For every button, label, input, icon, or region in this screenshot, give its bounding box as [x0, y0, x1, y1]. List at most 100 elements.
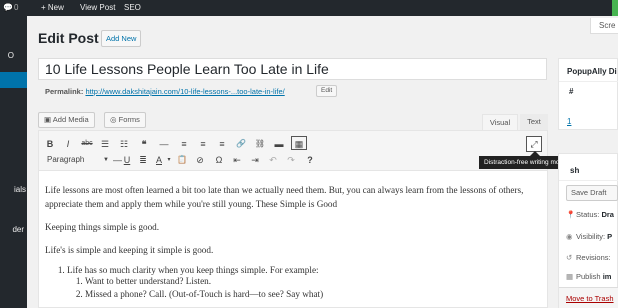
- status-row: 📍Status: Dra: [566, 210, 614, 219]
- permalink-row: Permalink: http://www.dakshitajain.com/1…: [45, 87, 285, 96]
- tab-text[interactable]: Text: [520, 114, 548, 130]
- move-to-trash-link[interactable]: Move to Trash: [566, 294, 614, 303]
- publish-box: sh Save Draft 📍Status: Dra ◉ Visibility: …: [558, 153, 618, 308]
- list-item-text: Life has so much clarity when you keep t…: [67, 265, 319, 275]
- media-icon: ▣: [44, 115, 52, 124]
- calendar-icon: ▦: [566, 272, 574, 281]
- content-sublist: Want to better understand? Listen. Misse…: [85, 275, 535, 301]
- numbered-list-icon[interactable]: ☷: [118, 137, 130, 151]
- blockquote-icon[interactable]: ❝: [138, 137, 150, 151]
- admin-menu: O ials der: [0, 16, 27, 308]
- popupally-col-hash: #: [569, 87, 574, 96]
- editor-content[interactable]: Life lessons are most often learned a bi…: [45, 183, 535, 301]
- admin-menu-item-label: der: [12, 225, 24, 234]
- list-item: Missed a phone? Call. (Out-of-Touch is h…: [85, 288, 535, 301]
- forms-icon: ◎: [110, 115, 117, 124]
- add-new-button[interactable]: Add New: [101, 30, 142, 47]
- admin-bar-status-indicator: [612, 0, 618, 16]
- admin-menu-item[interactable]: O: [0, 48, 27, 64]
- admin-menu-item-label: ials: [13, 185, 26, 194]
- list-item: Life has so much clarity when you keep t…: [67, 264, 535, 301]
- special-character-icon[interactable]: Ω: [213, 153, 225, 167]
- popupally-heading[interactable]: PopupAlly Di: [567, 67, 617, 76]
- permalink-label: Permalink:: [45, 87, 84, 96]
- align-right-icon[interactable]: ≡: [216, 137, 228, 151]
- admin-menu-item-current[interactable]: [0, 72, 27, 88]
- toolbar-toggle-icon[interactable]: ▦: [291, 136, 307, 150]
- separator-icon: —: [113, 155, 122, 165]
- underline-icon[interactable]: U: [121, 153, 133, 167]
- publish-label: Publish: [576, 272, 601, 281]
- forms-button[interactable]: ◎ Forms: [104, 112, 146, 128]
- bullet-list-icon[interactable]: ☰: [99, 137, 111, 151]
- text-color-icon[interactable]: A: [153, 153, 165, 167]
- align-left-icon[interactable]: ≡: [178, 137, 190, 151]
- indent-icon[interactable]: ⇥: [249, 153, 261, 167]
- permalink-url[interactable]: http://www.dakshitajain.com/10-life-less…: [85, 87, 284, 96]
- eye-icon: ◉: [566, 232, 573, 241]
- admin-menu-item[interactable]: ials: [0, 182, 27, 198]
- publish-footer: Move to Trash: [559, 287, 618, 308]
- chevron-down-icon[interactable]: ▾: [165, 153, 173, 167]
- format-select-value: Paragraph: [47, 155, 85, 164]
- redo-icon[interactable]: ↷: [285, 153, 297, 167]
- help-icon[interactable]: ?: [304, 153, 316, 167]
- status-value: Dra: [601, 210, 614, 219]
- content-list: Life has so much clarity when you keep t…: [67, 264, 535, 301]
- publish-value: im: [602, 272, 612, 281]
- revisions-icon: ↺: [566, 253, 573, 262]
- paste-text-icon[interactable]: 📋: [176, 153, 188, 167]
- admin-menu-item[interactable]: der: [0, 222, 27, 238]
- seo-menu[interactable]: SEO: [124, 0, 141, 16]
- link-icon[interactable]: 🔗: [235, 137, 247, 151]
- page-title: Edit Post: [38, 30, 99, 46]
- new-menu[interactable]: + New: [41, 0, 64, 16]
- undo-icon[interactable]: ↶: [267, 153, 279, 167]
- chevron-down-icon: ▼: [103, 157, 109, 163]
- editor-toolbar: B I abc ☰ ☷ ❝ — ≡ ≡ ≡ 🔗 ⛓ ▬ ▦ Paragraph …: [39, 131, 547, 171]
- unlink-icon[interactable]: ⛓: [254, 137, 266, 151]
- admin-bar: 💬 0 + New View Post SEO: [0, 0, 618, 16]
- revisions-label: Revisions:: [576, 253, 611, 262]
- post-title-input[interactable]: 10 Life Lessons People Learn Too Late in…: [38, 58, 547, 80]
- revisions-row: ↺ Revisions:: [566, 253, 611, 262]
- tab-visual[interactable]: Visual: [482, 114, 518, 130]
- save-draft-button[interactable]: Save Draft: [566, 185, 618, 201]
- justify-icon[interactable]: ≣: [137, 153, 149, 167]
- divider: [559, 81, 618, 82]
- pin-icon: 📍: [566, 210, 576, 219]
- outdent-icon[interactable]: ⇤: [231, 153, 243, 167]
- add-media-label: Add Media: [52, 115, 89, 124]
- italic-icon[interactable]: I: [63, 137, 73, 151]
- horizontal-line-icon[interactable]: —: [158, 137, 170, 151]
- visibility-label: Visibility:: [576, 232, 606, 241]
- paragraph-format-select[interactable]: Paragraph ▼: [45, 153, 111, 167]
- post-editor: B I abc ☰ ☷ ❝ — ≡ ≡ ≡ 🔗 ⛓ ▬ ▦ Paragraph …: [38, 130, 548, 308]
- forms-label: Forms: [118, 115, 140, 124]
- add-media-button[interactable]: ▣ Add Media: [38, 112, 95, 128]
- popupally-box: PopupAlly Di # 1: [558, 58, 618, 130]
- comments-icon[interactable]: 💬: [3, 0, 13, 16]
- strikethrough-icon[interactable]: abc: [80, 137, 94, 151]
- align-center-icon[interactable]: ≡: [197, 137, 209, 151]
- visibility-row: ◉ Visibility: P: [566, 232, 612, 241]
- admin-menu-item-label: O: [7, 51, 14, 60]
- publish-heading[interactable]: sh: [570, 166, 579, 175]
- distraction-free-icon[interactable]: ⤢: [526, 136, 542, 152]
- view-post-link[interactable]: View Post: [80, 0, 115, 16]
- bold-icon[interactable]: B: [45, 137, 55, 151]
- divider: [559, 180, 618, 181]
- publish-date-row: ▦ Publish im: [566, 272, 611, 281]
- content-paragraph: Keeping things simple is good.: [45, 222, 160, 232]
- read-more-icon[interactable]: ▬: [273, 137, 285, 151]
- clear-formatting-icon[interactable]: ⊘: [194, 153, 206, 167]
- screen-options-tab[interactable]: Scre: [590, 18, 618, 34]
- comments-count[interactable]: 0: [14, 0, 18, 16]
- content-paragraph: Life's is simple and keeping it simple i…: [45, 245, 214, 255]
- popupally-row-link[interactable]: 1: [567, 117, 571, 126]
- permalink-edit-button[interactable]: Edit: [316, 85, 338, 97]
- status-label: Status:: [576, 210, 600, 219]
- visibility-value: P: [607, 232, 613, 241]
- list-item: Want to better understand? Listen.: [85, 275, 535, 288]
- content-paragraph: Life lessons are most often learned a bi…: [45, 185, 524, 209]
